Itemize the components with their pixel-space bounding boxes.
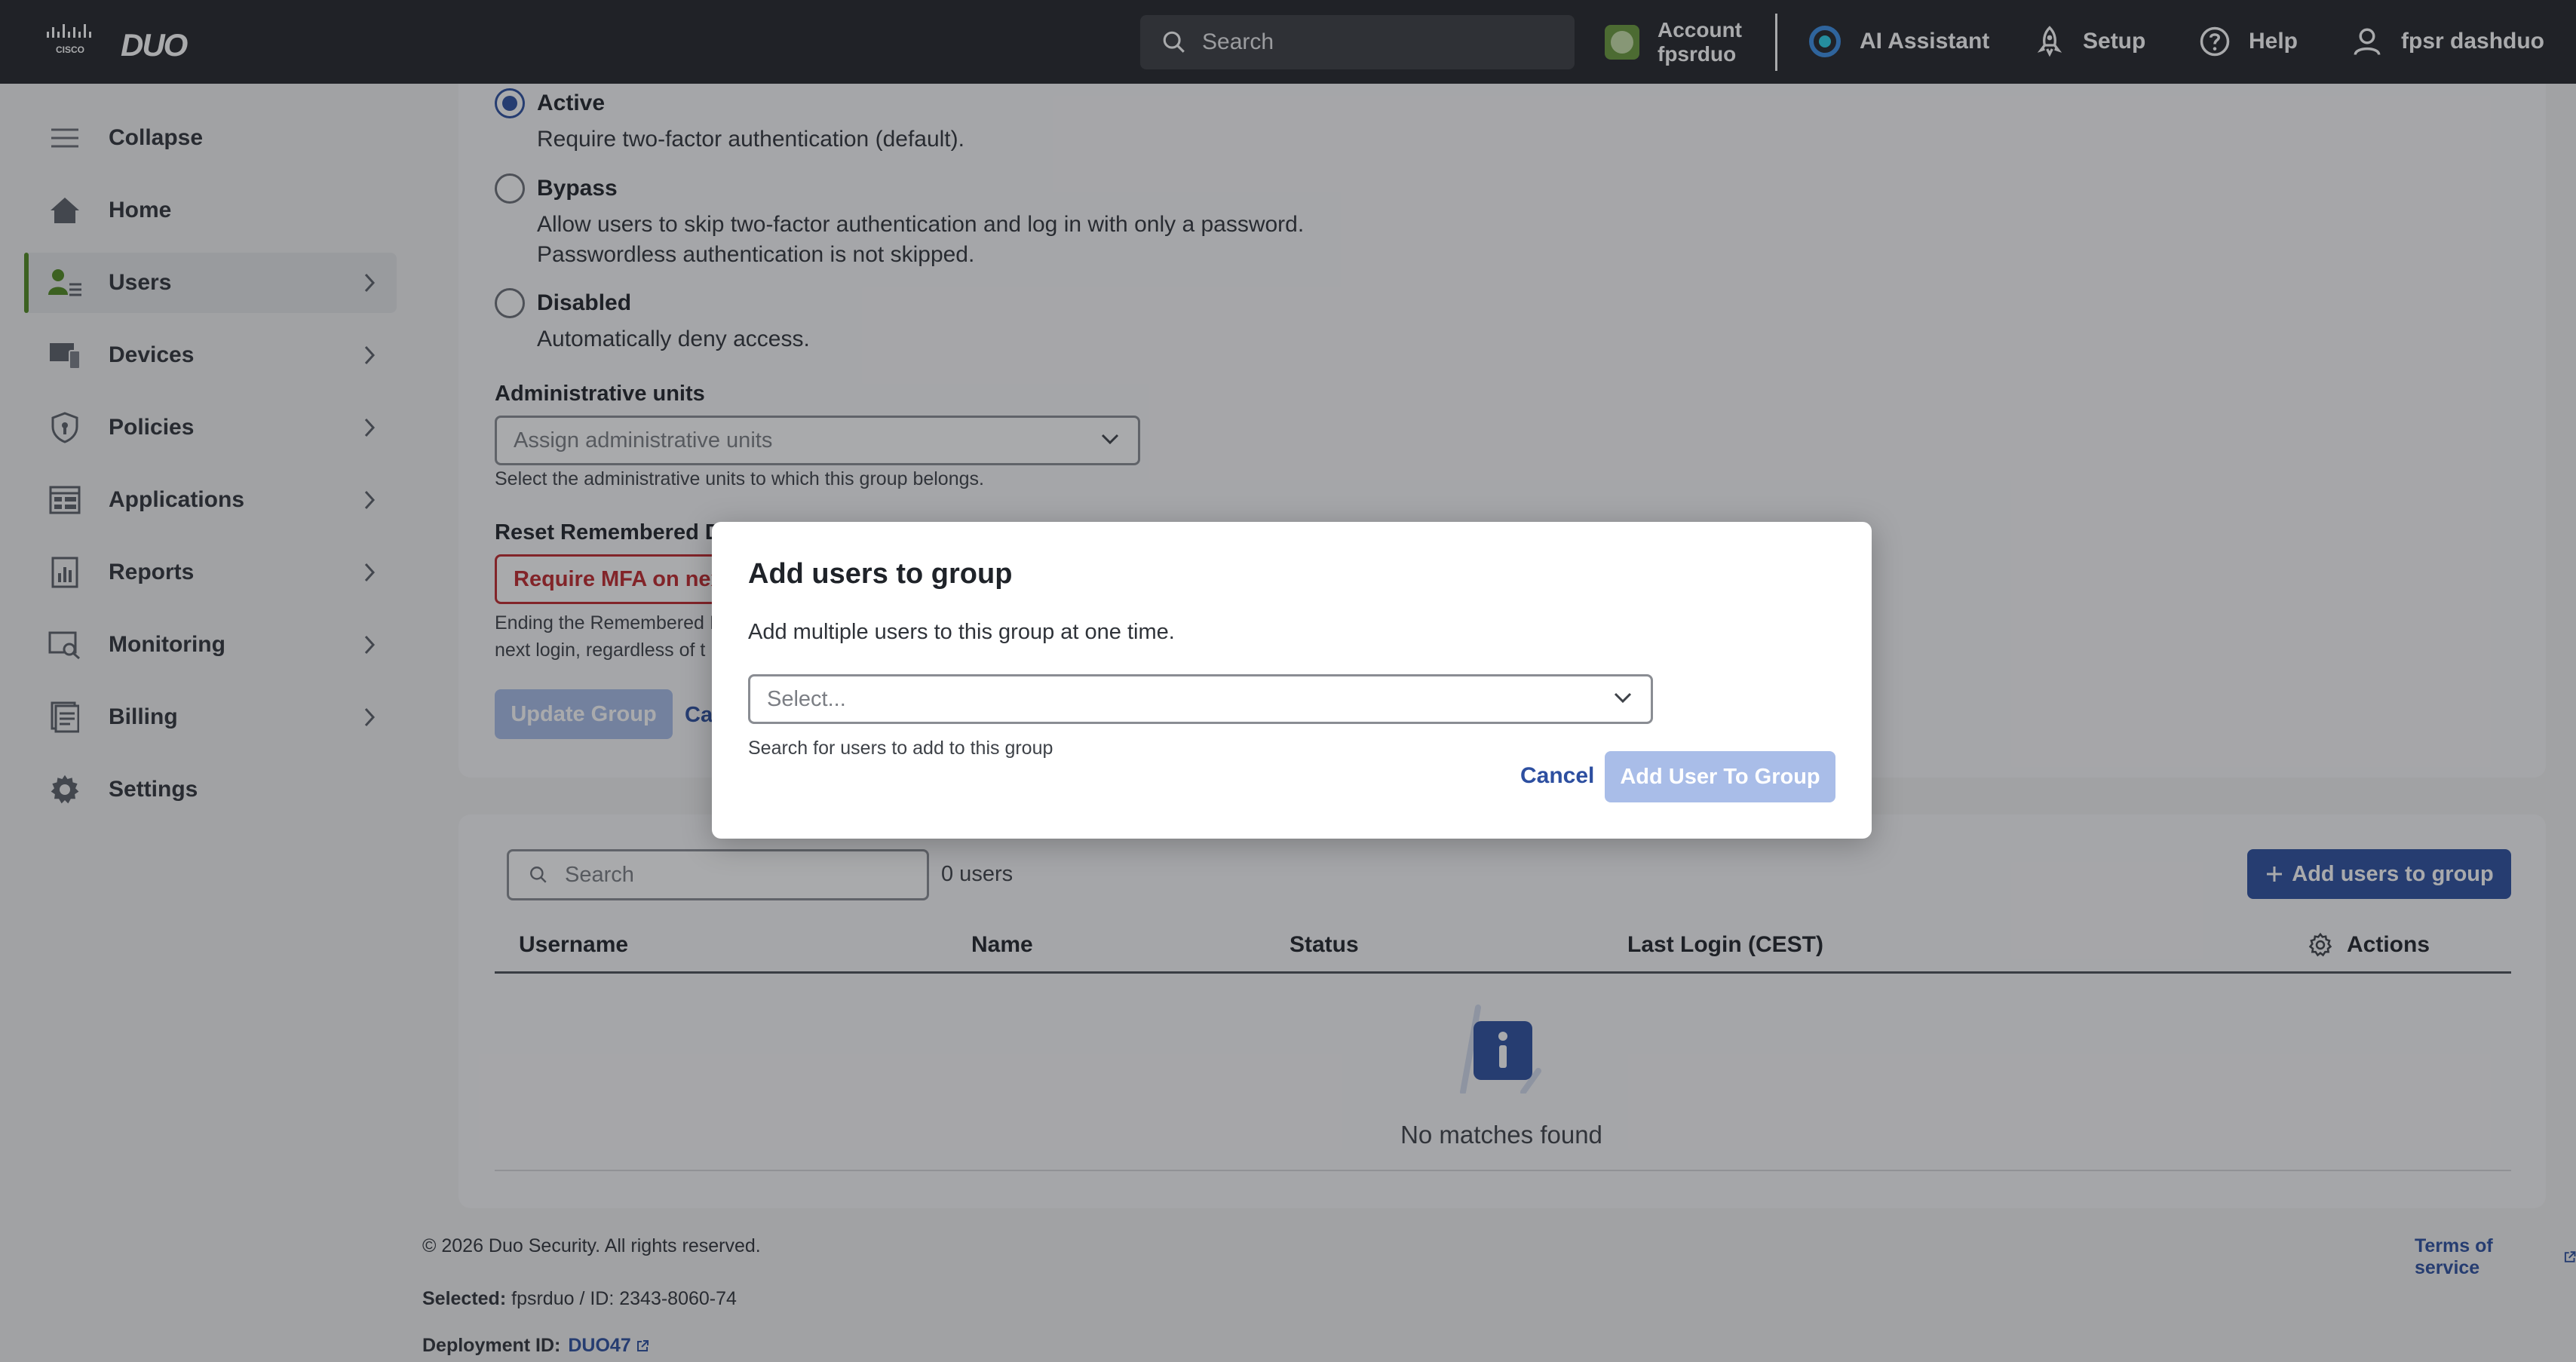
user-select-help: Search for users to add to this group xyxy=(748,738,1053,759)
add-user-to-group-button[interactable]: Add User To Group xyxy=(1605,751,1835,802)
add-users-modal: Add users to group Add multiple users to… xyxy=(712,522,1872,839)
user-select-dropdown[interactable]: Select... xyxy=(748,674,1653,724)
chevron-down-icon xyxy=(1614,692,1632,704)
modal-description: Add multiple users to this group at one … xyxy=(748,620,1175,644)
user-select-placeholder: Select... xyxy=(767,686,846,711)
modal-cancel-button[interactable]: Cancel xyxy=(1520,763,1594,789)
modal-title: Add users to group xyxy=(748,558,1013,590)
